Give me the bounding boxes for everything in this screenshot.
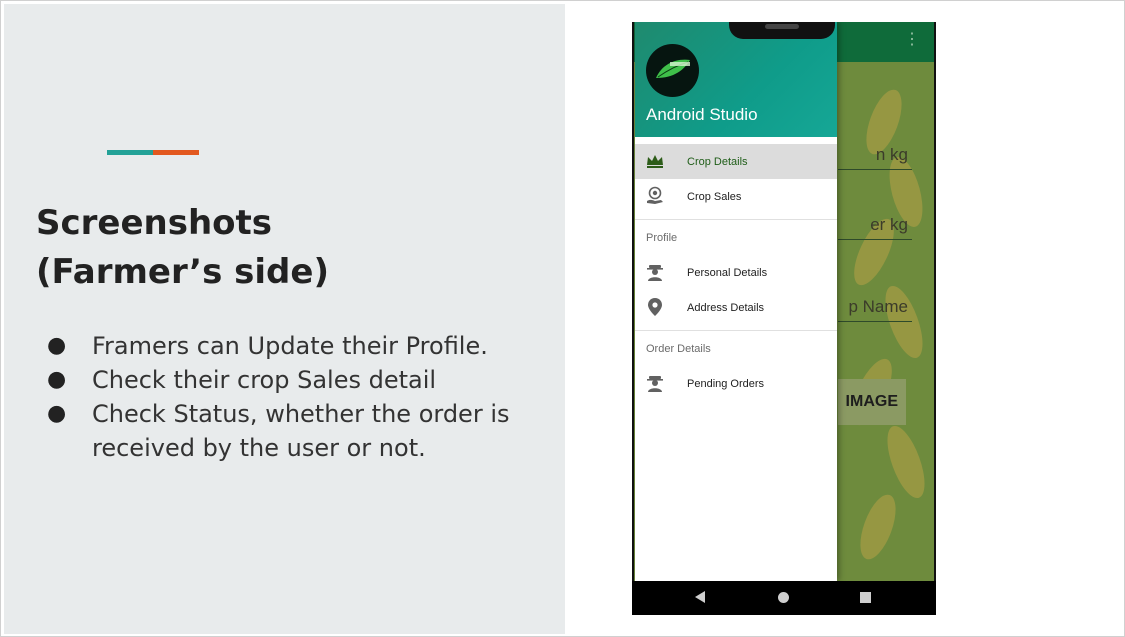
section-title-order-details: Order Details bbox=[646, 343, 711, 355]
slide-title-line2: (Farmer’s side) bbox=[36, 252, 329, 292]
overflow-menu-icon[interactable]: ⋮ bbox=[904, 30, 920, 50]
recents-icon[interactable] bbox=[860, 592, 871, 603]
bullet-text: Framers can Update their Profile. bbox=[92, 332, 488, 360]
menu-item-personal-details[interactable]: Personal Details bbox=[635, 255, 837, 290]
drawer-header: Android Studio bbox=[635, 22, 837, 137]
accent-bar-orange bbox=[153, 150, 199, 155]
menu-item-address-details[interactable]: Address Details bbox=[635, 290, 837, 325]
bullet-dot: ● bbox=[47, 333, 67, 358]
bullet-dot: ● bbox=[47, 401, 67, 426]
menu-item-label: Address Details bbox=[687, 302, 765, 314]
crown-icon bbox=[647, 155, 663, 168]
background-field-text: p Name bbox=[848, 297, 908, 316]
coin-hand-icon bbox=[647, 186, 663, 204]
bullet-dot: ● bbox=[47, 367, 67, 392]
upload-image-button[interactable]: IMAGE bbox=[838, 379, 906, 425]
bullet-list: ● Framers can Update their Profile. ● Ch… bbox=[47, 329, 517, 465]
slide: Screenshots (Farmer’s side) ● Framers ca… bbox=[0, 0, 1125, 637]
bullet-item: ● Check their crop Sales detail bbox=[47, 363, 517, 397]
home-icon[interactable] bbox=[778, 592, 789, 603]
farmer-icon bbox=[647, 265, 663, 281]
menu-item-crop-details[interactable]: Crop Details bbox=[635, 144, 837, 179]
section-title-profile: Profile bbox=[646, 232, 678, 244]
camera-notch bbox=[729, 22, 835, 39]
menu-item-label: Crop Details bbox=[687, 156, 748, 168]
leaf-logo-icon bbox=[656, 59, 690, 78]
background-field-quantity[interactable]: n kg bbox=[838, 140, 912, 170]
background-field-text: er kg bbox=[870, 215, 908, 234]
app-logo bbox=[646, 44, 699, 97]
slide-title-line1: Screenshots bbox=[36, 203, 273, 243]
phone-screenshot: ⋮ n kg er kg p Name IMAGE Android Studio… bbox=[632, 22, 936, 615]
android-nav-bar bbox=[632, 581, 936, 615]
bullet-item: ● Check Status, whether the order is rec… bbox=[47, 397, 517, 465]
slide-title: Screenshots (Farmer’s side) bbox=[36, 199, 536, 297]
bullet-item: ● Framers can Update their Profile. bbox=[47, 329, 517, 363]
bullet-text: Check their crop Sales detail bbox=[92, 366, 437, 394]
location-pin-icon bbox=[648, 298, 662, 316]
drawer-app-name: Android Studio bbox=[646, 105, 758, 124]
upload-image-button-label: IMAGE bbox=[845, 393, 898, 410]
menu-item-crop-sales[interactable]: Crop Sales bbox=[635, 179, 837, 214]
back-icon[interactable] bbox=[695, 591, 705, 603]
background-field-price[interactable]: er kg bbox=[838, 210, 912, 240]
menu-item-label: Personal Details bbox=[687, 267, 768, 279]
background-field-text: n kg bbox=[875, 145, 908, 164]
background-field-crop-name[interactable]: p Name bbox=[838, 280, 912, 322]
menu-item-label: Crop Sales bbox=[687, 191, 742, 203]
navigation-drawer: Android Studio Crop Details Crop Sales P… bbox=[635, 22, 837, 581]
bullet-text: Check Status, whether the order is recei… bbox=[92, 400, 510, 462]
accent-bar bbox=[107, 150, 199, 155]
menu-item-pending-orders[interactable]: Pending Orders bbox=[635, 366, 837, 401]
menu-item-label: Pending Orders bbox=[687, 378, 765, 390]
accent-bar-teal bbox=[107, 150, 153, 155]
left-panel bbox=[4, 4, 565, 634]
drawer-divider bbox=[635, 330, 837, 331]
farmer-icon bbox=[647, 376, 663, 392]
drawer-divider bbox=[635, 219, 837, 220]
camera-slot bbox=[765, 24, 799, 29]
